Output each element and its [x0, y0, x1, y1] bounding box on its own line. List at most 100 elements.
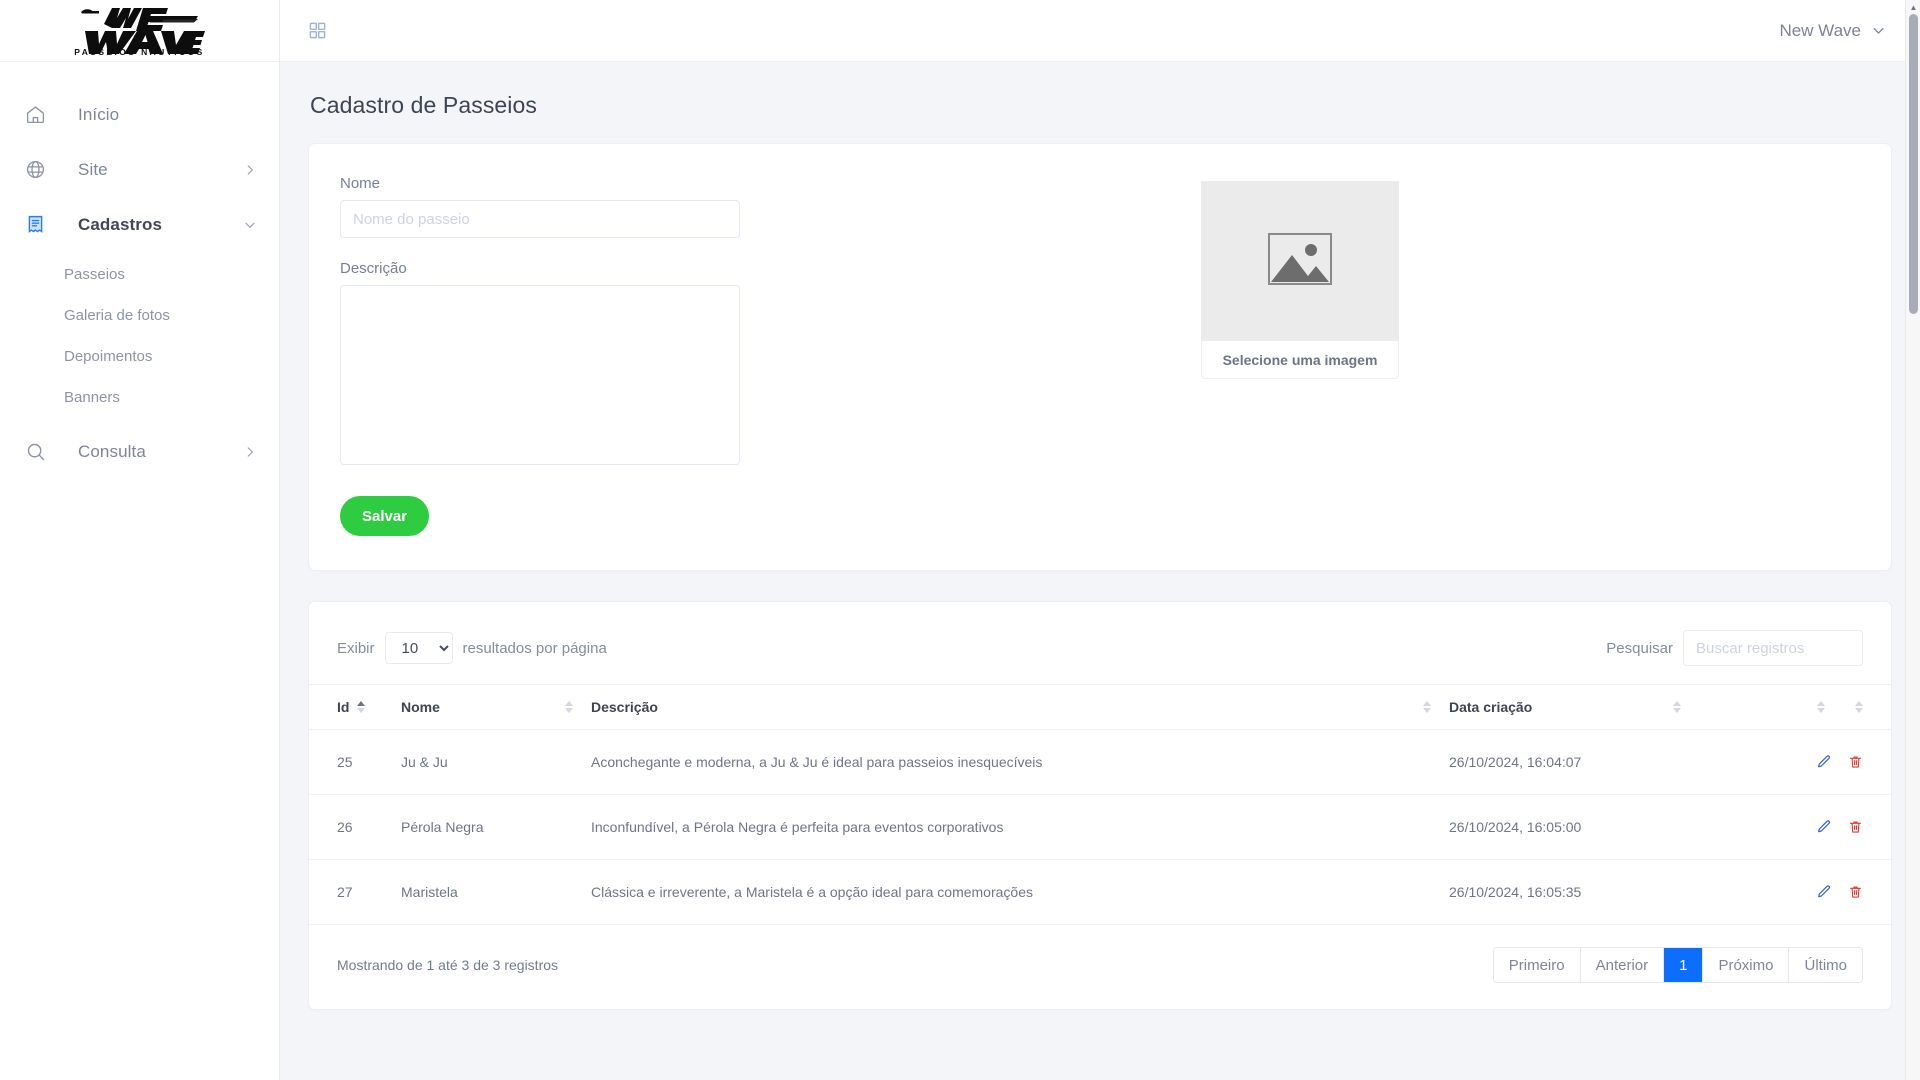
page-scrollbar[interactable]: ▲ — [1905, 0, 1920, 1080]
column-label: Data criação — [1449, 699, 1533, 715]
table-row: 27 Maristela Clássica e irreverente, a M… — [309, 859, 1891, 925]
app-root: NEW WAVE NEW WAVE PASSEIOS NÁUTICOS PASS… — [0, 0, 1920, 1080]
column-header-data-criacao[interactable]: Data criação — [1449, 684, 1699, 730]
form-fields: Nome Descrição Salvar — [340, 175, 740, 536]
chevron-down-icon — [243, 218, 257, 232]
sort-arrows-icon — [1855, 701, 1863, 713]
main-region: New Wave Cadastro de Passeios Nome Descr… — [280, 0, 1920, 1080]
registry-icon — [22, 212, 48, 238]
pagination-first[interactable]: Primeiro — [1493, 948, 1581, 982]
pagination-last[interactable]: Último — [1789, 948, 1862, 982]
description-textarea[interactable] — [340, 285, 740, 465]
search-input[interactable] — [1683, 630, 1863, 666]
sidebar-item-label: Início — [78, 104, 120, 124]
save-button[interactable]: Salvar — [340, 496, 430, 536]
table-head: Id Nome Descrição Data criação — [309, 684, 1891, 730]
sidebar-subitem-label: Galeria de fotos — [64, 307, 170, 324]
sort-arrows-icon — [357, 701, 366, 713]
table-body: 25 Ju & Ju Aconchegante e moderna, a Ju … — [309, 729, 1891, 925]
pencil-edit-icon[interactable] — [1816, 884, 1832, 900]
chevron-right-icon — [243, 163, 257, 177]
trash-delete-icon[interactable] — [1848, 884, 1863, 900]
search-label: Pesquisar — [1606, 639, 1673, 657]
cell-actions — [1699, 729, 1891, 795]
pencil-edit-icon[interactable] — [1816, 819, 1832, 835]
cell-id: 26 — [309, 794, 401, 860]
page-length-select[interactable]: 102550100 — [384, 632, 453, 664]
sidebar-item-depoimentos[interactable]: Depoimentos — [0, 336, 279, 377]
table-row: 26 Pérola Negra Inconfundível, a Pérola … — [309, 794, 1891, 860]
sidebar-item-passeios[interactable]: Passeios — [0, 254, 279, 295]
scrollbar-up-arrow[interactable]: ▲ — [1906, 0, 1920, 14]
cell-id: 25 — [309, 729, 401, 795]
column-label: Nome — [401, 699, 440, 715]
sidebar-item-inicio[interactable]: Início — [0, 87, 279, 142]
trash-delete-icon[interactable] — [1848, 754, 1863, 770]
pagination: Primeiro Anterior 1 Próximo Último — [1492, 947, 1863, 983]
sidebar-item-label: Consulta — [78, 441, 146, 461]
passeios-table-card: Exibir 102550100 resultados por página P… — [308, 601, 1892, 1010]
cell-actions — [1699, 794, 1891, 860]
column-header-edit[interactable] — [1699, 684, 1829, 730]
grid-menu-icon[interactable] — [308, 21, 327, 40]
page-title: Cadastro de Passeios — [310, 92, 538, 118]
passeios-table: Id Nome Descrição Data criação 25 Ju & J… — [309, 684, 1891, 925]
sort-arrows-icon — [565, 701, 573, 713]
pagination-page-1[interactable]: 1 — [1664, 948, 1704, 982]
records-info: Mostrando de 1 até 3 de 3 registros — [337, 957, 559, 973]
user-menu-label: New Wave — [1779, 20, 1861, 40]
content-area: Cadastro de Passeios Nome Descrição Salv… — [280, 62, 1920, 1080]
chevron-down-icon — [1871, 23, 1886, 38]
sidebar: NEW WAVE NEW WAVE PASSEIOS NÁUTICOS PASS… — [0, 0, 280, 1080]
sidebar-item-site[interactable]: Site — [0, 142, 279, 197]
name-input[interactable] — [340, 200, 740, 238]
column-header-descricao[interactable]: Descrição — [591, 684, 1449, 730]
column-label: Descrição — [591, 699, 658, 715]
image-icon — [1268, 232, 1332, 290]
column-header-delete[interactable] — [1829, 684, 1891, 730]
column-header-id[interactable]: Id — [309, 684, 401, 730]
trash-delete-icon[interactable] — [1848, 819, 1863, 835]
sort-arrows-icon — [1423, 701, 1431, 713]
pagination-next[interactable]: Próximo — [1703, 948, 1790, 982]
cell-nome: Maristela — [401, 859, 591, 925]
show-label: Exibir — [337, 639, 375, 657]
table-toolbar: Exibir 102550100 resultados por página P… — [309, 602, 1891, 684]
passeio-form-card: Nome Descrição Salvar — [308, 143, 1892, 571]
per-page-suffix-label: resultados por página — [462, 639, 607, 657]
cell-actions — [1699, 859, 1891, 925]
pagination-previous[interactable]: Anterior — [1580, 948, 1665, 982]
sort-arrows-icon — [1817, 701, 1825, 713]
image-preview-placeholder — [1201, 181, 1399, 341]
sidebar-subitem-label: Passeios — [64, 266, 125, 283]
sidebar-item-label: Site — [78, 159, 108, 179]
sidebar-subitem-label: Banners — [64, 389, 120, 406]
table-header-row: Id Nome Descrição Data criação — [309, 684, 1891, 730]
sidebar-item-galeria-de-fotos[interactable]: Galeria de fotos — [0, 295, 279, 336]
cell-data-criacao: 26/10/2024, 16:05:00 — [1449, 794, 1699, 860]
sidebar-item-cadastros[interactable]: Cadastros — [0, 197, 279, 252]
sort-arrows-icon — [1673, 701, 1681, 713]
select-image-button[interactable]: Selecione uma imagem — [1201, 341, 1399, 379]
chevron-right-icon — [243, 445, 257, 459]
column-header-nome[interactable]: Nome — [401, 684, 591, 730]
table-search-control: Pesquisar — [1606, 630, 1863, 666]
search-icon — [22, 439, 48, 465]
globe-icon — [22, 157, 48, 183]
cell-descricao: Inconfundível, a Pérola Negra é perfeita… — [591, 794, 1449, 860]
page-length-control: Exibir 102550100 resultados por página — [337, 632, 607, 664]
scrollbar-thumb[interactable] — [1909, 14, 1918, 314]
pencil-edit-icon[interactable] — [1816, 754, 1832, 770]
cell-descricao: Aconchegante e moderna, a Ju & Ju é idea… — [591, 729, 1449, 795]
description-field-label: Descrição — [340, 260, 407, 277]
image-uploader: Selecione uma imagem — [1201, 181, 1399, 536]
user-menu[interactable]: New Wave — [1779, 21, 1886, 41]
cell-nome: Pérola Negra — [401, 794, 591, 860]
cell-data-criacao: 26/10/2024, 16:04:07 — [1449, 729, 1699, 795]
table-footer: Mostrando de 1 até 3 de 3 registros Prim… — [309, 925, 1891, 1009]
sidebar-nav: Início Site Cadastros Passeios Galeria d… — [0, 57, 279, 479]
sidebar-item-banners[interactable]: Banners — [0, 377, 279, 418]
logo-tagline-visible: PASSEIOS NÁUTICOS — [74, 47, 205, 57]
topbar: New Wave — [280, 0, 1920, 62]
sidebar-item-consulta[interactable]: Consulta — [0, 424, 279, 479]
